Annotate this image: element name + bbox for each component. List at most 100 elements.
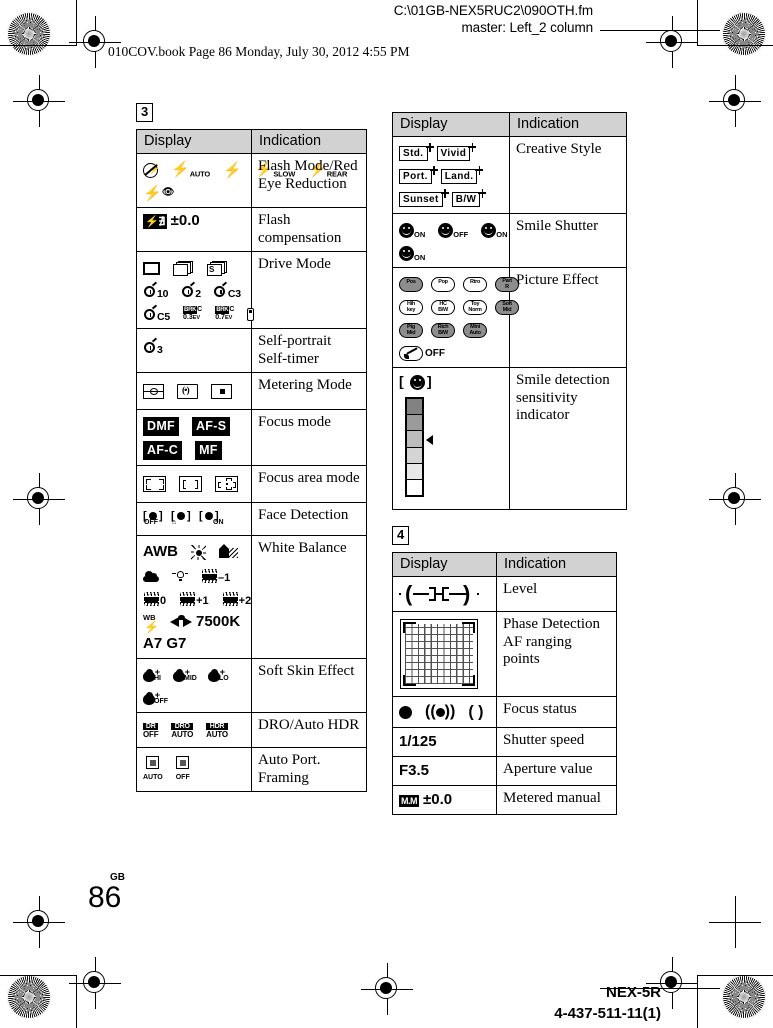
fluorescent-cool-white-icon [143, 591, 160, 606]
picture-effect-pop-color-icon: Pop [431, 276, 455, 292]
table-row: ( ) Level [392, 576, 617, 612]
soft-skin-off-icon: OFF [143, 690, 168, 706]
table-row: (()) ( ) Focus status [392, 695, 617, 729]
self-timer-c5-icon [143, 304, 157, 321]
table-header-row: Display Indication [392, 552, 617, 577]
print-calibration-target-bottom-right [722, 975, 766, 1019]
phase-detection-af-grid-icon [400, 619, 478, 689]
custom-wb-icon [170, 615, 192, 628]
picture-effect-hdr-painting-icon: Ptg Mid [399, 322, 423, 338]
remote-commander-icon [247, 307, 255, 321]
picture-effect-hc-bw-icon: HC B/W [431, 299, 455, 315]
table-row: ON OFF ON ON Smile Shutter [392, 213, 627, 268]
soft-skin-lo-icon: LO [208, 667, 229, 683]
display-cell-metered-manual: M.M ±0.0 [392, 785, 497, 816]
display-cell-face-detection: [] OFF [] ⌂ [] ON [136, 501, 252, 537]
smile-shutter-off-icon [438, 222, 454, 238]
continuous-icon [173, 260, 194, 276]
table-row: [ ] Smile detection sensitivity indicato… [392, 367, 627, 510]
indication-self-portrait-timer: Self-portrait Self-timer [251, 328, 367, 373]
registration-mark-left-center [13, 473, 65, 525]
dmf-icon: DMF [143, 417, 179, 436]
aperture-value: F3.5 [399, 762, 430, 780]
crop-line-bottom-right [697, 975, 773, 976]
fluorescent-daylight-icon [222, 591, 239, 606]
indication-picture-effect: Picture Effect [509, 267, 627, 368]
indication-metered-manual: Metered manual [496, 785, 617, 816]
crop-line-top-right [697, 45, 773, 46]
focus-tracking-icon: (()) [425, 703, 456, 721]
picture-effect-retro-icon: Rtro [463, 276, 487, 292]
crop-line-header-rule-2 [600, 30, 601, 31]
creative-style-vivid-icon: Vivid [436, 142, 476, 161]
smile-sensitivity-indicator: [ ] [399, 373, 457, 505]
column-header-indication: Indication [496, 552, 617, 577]
dro-off-icon: DR OFF [143, 722, 159, 739]
header-file-path: C:\01GB-NEX5RUC2\090OTH.fm [393, 3, 593, 18]
section-number-3: 3 [136, 103, 154, 122]
column-header-indication: Indication [251, 129, 367, 154]
self-timer-3-icon [143, 337, 157, 354]
registration-mark-mid-left [13, 75, 65, 127]
picture-effect-rich-bw-icon: Rich B/W [431, 322, 455, 338]
center-weighted-metering-icon: (•) [177, 383, 198, 399]
smile-shutter-on-icon-2 [481, 222, 497, 238]
bracket-0.7ev-icon: BRKC 0.7EV [215, 306, 235, 322]
indication-face-detection: Face Detection [251, 501, 367, 537]
indication-dro: DRO/Auto HDR [251, 712, 367, 749]
center-focus-area-icon [179, 476, 202, 493]
indication-focus-area-mode: Focus area mode [251, 465, 367, 503]
smile-detection-face-icon [410, 375, 425, 390]
registration-mark-footer [361, 963, 413, 1015]
crop-line-top-v [76, 0, 77, 46]
table-row: [] OFF [] ⌂ [] ON Face Detection [136, 501, 367, 537]
flash-auto-icon: ⚡AUTO [171, 161, 210, 179]
dro-auto-icon: DRO AUTO [171, 722, 194, 739]
metered-manual-value: ±0.0 [423, 791, 453, 809]
metered-manual-icon: M.M [399, 794, 419, 807]
smile-sensitivity-pointer-icon [426, 435, 433, 445]
creative-style-bw-icon: B/W [451, 188, 486, 207]
fluorescent-warm-white-icon [201, 568, 218, 583]
indication-auto-portrait-framing: Auto Port. Framing [251, 747, 367, 793]
display-cell-level: ( ) [392, 576, 497, 612]
table-row: Focus area mode [136, 465, 367, 503]
display-cell-smile-shutter: ON OFF ON ON [392, 213, 510, 268]
table-row: ⚡ ⚡AUTO ⚡ ⚡SLOW ⚡REAR ⚡👁 Flash Mode/Red … [136, 153, 367, 208]
flash-wb-icon: WB ⚡ [143, 612, 159, 634]
display-cell-phase-detection-af [392, 611, 497, 697]
display-cell-white-balance: AWB –1 0 +1 +2 WB ⚡ 7500K A7 G7 [136, 535, 252, 660]
multi-metering-icon [143, 383, 164, 399]
model-name: NEX-5R [605, 984, 661, 1001]
indication-flash-compensation: Flash compensation [251, 207, 367, 252]
display-indication-table-4: Display Indication ( ) Level Phase Detec… [392, 552, 617, 816]
picture-effect-off-icon [399, 345, 423, 361]
right-column: Display Indication Std. Vivid Port. Land. … [392, 112, 627, 816]
indication-focus-status: Focus status [496, 695, 617, 729]
level-icon: ( ) [399, 583, 479, 605]
self-timer-10-icon [143, 281, 157, 298]
section-number-4: 4 [392, 526, 410, 545]
registration-mark-bottom-center-left [69, 957, 121, 1009]
indication-shutter-speed: Shutter speed [496, 727, 617, 758]
hdr-auto-icon: HDR AUTO [206, 722, 228, 739]
registration-mark-bottom-left [13, 896, 65, 948]
flexible-spot-icon [215, 476, 238, 493]
smile-shutter-on-icon-3 [399, 245, 414, 261]
registration-mark-mid-right [709, 75, 761, 127]
print-calibration-target-top-right [722, 12, 766, 56]
crop-line-bottom [0, 975, 76, 976]
indication-smile-shutter: Smile Shutter [509, 213, 627, 268]
display-cell-creative-style: Std. Vivid Port. Land. Sunset B/W [392, 136, 510, 214]
daylight-icon [191, 545, 206, 560]
display-cell-aperture: F3.5 [392, 756, 497, 787]
red-eye-reduction-icon: ⚡👁 [143, 184, 175, 202]
table-row: M.M ±0.0 Metered manual [392, 785, 617, 816]
display-cell-drive-mode: S 10 2 C3 C5 BRKC 0.3EV BRKC 0.7EV [136, 251, 255, 329]
flash-compensation-value: ±0.0 [170, 212, 200, 229]
left-column: 3 Display Indication ⚡ ⚡AUTO ⚡ ⚡SLOW ⚡RE… [136, 103, 367, 793]
fluorescent-day-white-icon [179, 591, 196, 606]
picture-effect-partial-color-icon: Part R [495, 276, 519, 292]
registration-mark-right-center [709, 473, 761, 525]
display-indication-table-3: Display Indication ⚡ ⚡AUTO ⚡ ⚡SLOW ⚡REAR… [136, 129, 367, 793]
